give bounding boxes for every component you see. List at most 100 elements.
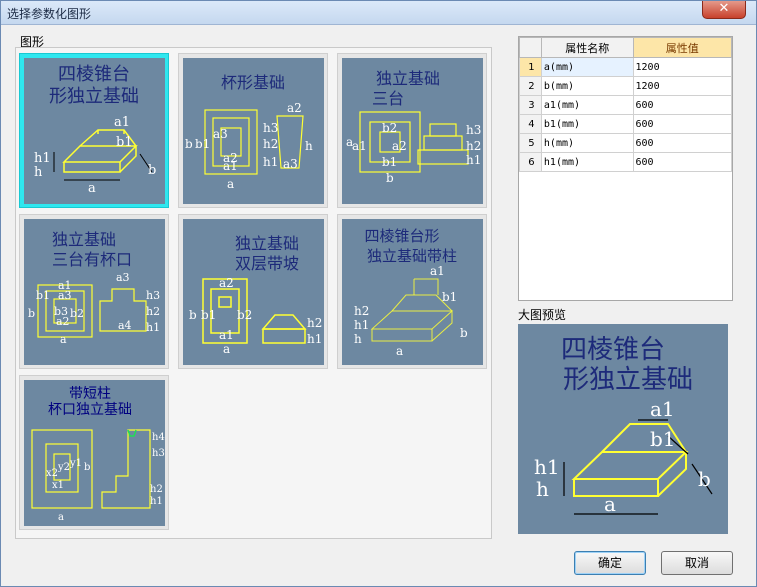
svg-text:a3: a3	[58, 289, 72, 302]
table-row[interactable]: 6 h1(mm) 600	[519, 152, 733, 172]
svg-text:a2: a2	[287, 101, 302, 115]
svg-text:a1: a1	[352, 139, 367, 153]
svg-text:h1: h1	[263, 155, 278, 169]
svg-text:a: a	[604, 492, 616, 516]
svg-text:h2: h2	[150, 484, 163, 495]
svg-text:h: h	[305, 139, 313, 153]
svg-text:a2: a2	[392, 139, 407, 153]
svg-text:独立基础: 独立基础	[235, 234, 299, 253]
cup-foundation-drawing: 杯形基础 b b1a3 a2a1a a2h3h2 h1 a3h	[183, 58, 324, 204]
svg-text:a: a	[396, 344, 403, 358]
svg-text:h2: h2	[466, 139, 481, 153]
svg-text:b1: b1	[36, 289, 50, 302]
property-name-cell: a(mm)	[540, 57, 634, 77]
svg-text:a1: a1	[223, 159, 238, 173]
property-value-cell[interactable]: 600	[632, 95, 733, 115]
ok-button[interactable]: 确定	[574, 551, 646, 575]
three-tier-cup-foundation-drawing: 独立基础 三台有杯口 a1b1 a3 b3 b2a2 ba a3h3h2 h1a4	[24, 219, 165, 365]
row-index: 1	[519, 57, 542, 77]
svg-text:b: b	[698, 467, 711, 491]
svg-text:h2: h2	[263, 137, 278, 151]
svg-text:b1: b1	[195, 137, 210, 151]
close-button[interactable]: ✕	[702, 1, 746, 19]
preview-title-line2: 形独立基础	[563, 365, 693, 395]
table-row[interactable]: 2 b(mm) 1200	[519, 76, 733, 96]
svg-text:x1: x1	[52, 480, 64, 491]
property-value-cell[interactable]: 1200	[632, 57, 733, 77]
svg-text:三台: 三台	[372, 89, 404, 108]
svg-text:a: a	[88, 181, 96, 196]
svg-text:双层带坡: 双层带坡	[235, 254, 299, 273]
svg-text:h1: h1	[354, 318, 369, 332]
svg-text:a3: a3	[116, 271, 130, 284]
large-preview: 四棱锥台 形独立基础 a b a1 b1 h1 h	[518, 324, 728, 534]
svg-text:h: h	[536, 477, 549, 501]
svg-text:y1: y1	[69, 458, 82, 469]
property-name-cell: a1(mm)	[540, 95, 634, 115]
svg-text:y2: y2	[57, 462, 70, 473]
svg-text:b2: b2	[70, 307, 84, 320]
svg-text:h: h	[34, 165, 43, 180]
svg-text:h2: h2	[307, 316, 322, 330]
svg-text:h3: h3	[152, 448, 165, 459]
dialog-window: 选择参数化图形 ✕ 图形 四棱锥台 形独立基础 a b a1 b1 h1 h 杯…	[0, 0, 757, 587]
svg-text:带短柱: 带短柱	[69, 386, 111, 402]
svg-text:四棱锥台形: 四棱锥台形	[364, 227, 439, 245]
svg-text:h1: h1	[534, 455, 560, 479]
table-row[interactable]: 4 b1(mm) 600	[519, 114, 733, 134]
shape-gallery: 四棱锥台 形独立基础 ab a1 b1 h1 h 杯形基础 b b1 a3 a2…	[15, 47, 492, 539]
row-index: 3	[519, 95, 542, 115]
svg-text:b1: b1	[116, 135, 133, 150]
svg-text:b1: b1	[201, 308, 216, 322]
svg-text:h3: h3	[466, 123, 481, 137]
svg-text:三台有杯口: 三台有杯口	[52, 250, 132, 269]
shape-item-three-tier-cup-foundation[interactable]: 独立基础 三台有杯口 a1 b1 a3 b3 b2 a2 ba a3 h3 h2 h1 a4	[19, 214, 169, 369]
frustum-foundation-drawing: 四棱锥台 形独立基础 a b a1 b1 h1h	[24, 58, 165, 204]
row-index: 5	[519, 133, 542, 153]
table-row[interactable]: 1 a(mm) 1200	[519, 57, 733, 77]
property-name-header: 属性名称	[540, 37, 634, 58]
shape-item-frustum-foundation[interactable]: 四棱锥台 形独立基础 a b a1 b1 h1 h	[19, 53, 169, 208]
property-name-cell: h1(mm)	[540, 152, 634, 172]
preview-label: 大图预览	[518, 308, 567, 322]
property-name-cell: b(mm)	[540, 76, 634, 96]
preview-title-line1: 四棱锥台	[561, 335, 665, 365]
cancel-button[interactable]: 取消	[661, 551, 733, 575]
property-table: 属性名称 属性值 1 a(mm) 1200 2 b(mm) 1200 3 a1(…	[518, 36, 733, 301]
svg-text:独立基础带柱: 独立基础带柱	[367, 247, 457, 265]
window-title: 选择参数化图形	[7, 7, 92, 21]
svg-text:b: b	[386, 171, 394, 185]
short-column-cup-foundation-drawing: 带短柱 杯口独立基础 x2y2 y1 b x1 a h4 h3 h2 h1	[24, 380, 165, 526]
property-value-cell[interactable]: 600	[632, 114, 733, 134]
shape-item-double-slope-foundation[interactable]: 独立基础 双层带坡 a2 b b1 b2 a1 a h2 h1	[178, 214, 328, 369]
shape-item-frustum-column-foundation[interactable]: 四棱锥台形 独立基础带柱 a1 b1 h2 h1 h a b	[337, 214, 487, 369]
svg-text:a: a	[60, 333, 67, 346]
shape-item-cup-foundation[interactable]: 杯形基础 b b1 a3 a2 a1 a a2 h3 h2 h1 a3 h	[178, 53, 328, 208]
property-value-cell[interactable]: 600	[632, 152, 733, 172]
svg-text:a1: a1	[650, 397, 675, 421]
svg-text:a4: a4	[118, 319, 132, 332]
property-table-header: 属性名称 属性值	[519, 37, 733, 58]
three-tier-foundation-drawing: 独立基础 三台 aa1b2 a2b1b h3h2h1	[342, 58, 483, 204]
svg-text:四棱锥台: 四棱锥台	[58, 64, 130, 85]
svg-text:a1: a1	[430, 264, 445, 278]
property-value-cell[interactable]: 600	[632, 133, 733, 153]
svg-text:b1: b1	[650, 427, 676, 451]
svg-text:b1: b1	[442, 290, 457, 304]
shape-item-short-column-cup-foundation[interactable]: 带短柱 杯口独立基础 x2 y2 y1 b x1 a h4 h3 h2 h1	[19, 375, 169, 530]
svg-text:独立基础: 独立基础	[376, 69, 440, 88]
shape-item-three-tier-foundation[interactable]: 独立基础 三台 a a1 b2 a2 b1 b h3 h2 h1	[337, 53, 487, 208]
svg-text:a: a	[58, 512, 64, 523]
row-index: 2	[519, 76, 542, 96]
double-slope-foundation-drawing: 独立基础 双层带坡 a2 b b1 b2a1a h2 h1	[183, 219, 324, 365]
svg-text:b: b	[148, 163, 156, 178]
table-row[interactable]: 3 a1(mm) 600	[519, 95, 733, 115]
title-bar: 选择参数化图形 ✕	[1, 1, 756, 25]
svg-text:a1: a1	[219, 328, 234, 342]
property-value-header: 属性值	[632, 37, 733, 58]
svg-text:h2: h2	[354, 304, 369, 318]
property-value-cell[interactable]: 1200	[632, 76, 733, 96]
svg-text:h1: h1	[146, 321, 160, 334]
table-row[interactable]: 5 h(mm) 600	[519, 133, 733, 153]
svg-text:b2: b2	[382, 121, 397, 135]
